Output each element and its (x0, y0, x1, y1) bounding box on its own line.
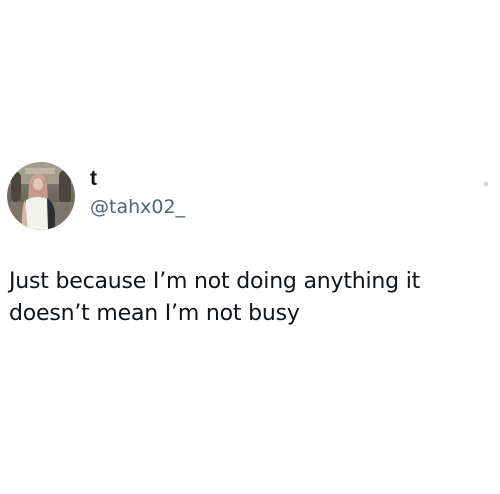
user-handle[interactable]: @tahx02_ (90, 194, 185, 220)
avatar[interactable] (7, 162, 75, 230)
more-options-icon[interactable] (484, 182, 488, 186)
tweet-text: Just because I’m not doing anything it d… (9, 269, 421, 326)
display-name[interactable]: t (90, 166, 185, 192)
tweet-card: t @tahx02_ Just because I’m not doing an… (0, 0, 500, 494)
author-names: t @tahx02_ (90, 166, 185, 220)
tweet-header: t @tahx02_ (7, 162, 185, 230)
